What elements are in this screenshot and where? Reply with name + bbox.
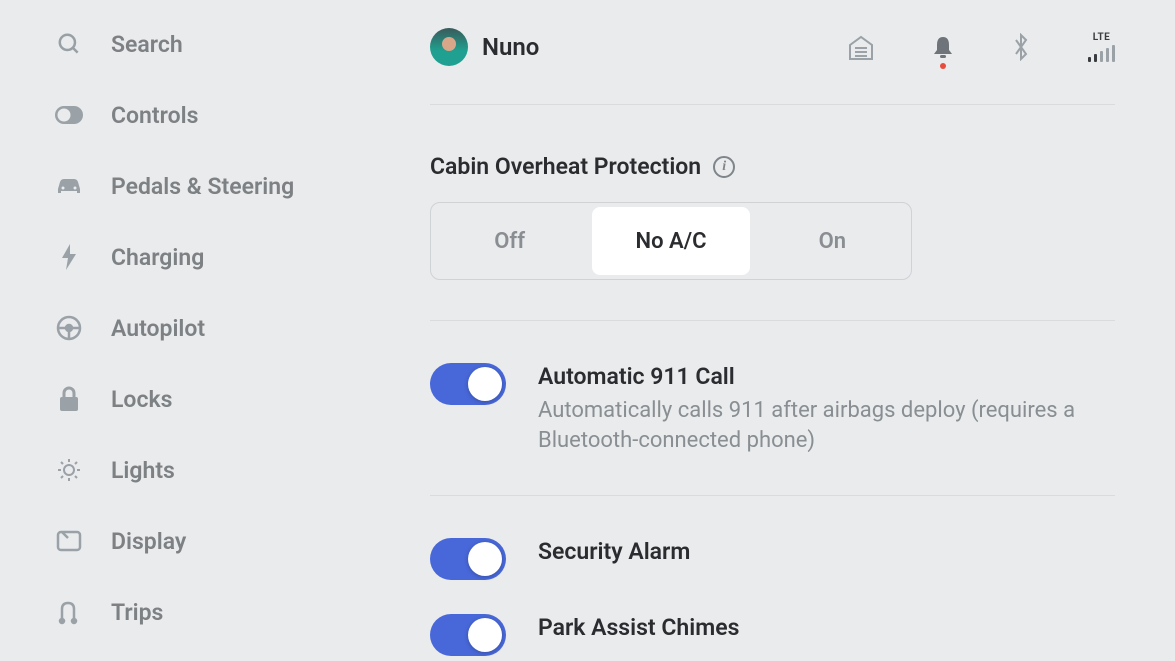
divider bbox=[430, 320, 1115, 321]
divider bbox=[430, 104, 1115, 105]
sidebar-item-label: Locks bbox=[111, 386, 172, 413]
divider bbox=[430, 495, 1115, 496]
topbar: Nuno LTE bbox=[430, 20, 1115, 74]
light-icon bbox=[55, 456, 83, 484]
signal-indicator[interactable]: LTE bbox=[1088, 32, 1115, 62]
lock-icon bbox=[55, 385, 83, 413]
bluetooth-icon[interactable] bbox=[1012, 33, 1030, 61]
auto-911-desc: Automatically calls 911 after airbags de… bbox=[538, 396, 1115, 455]
notification-dot bbox=[940, 63, 946, 69]
sidebar-item-label: Trips bbox=[111, 599, 163, 626]
auto-911-title: Automatic 911 Call bbox=[538, 363, 1115, 390]
sidebar-item-locks[interactable]: Locks bbox=[55, 385, 400, 413]
cabin-overheat-segmented: Off No A/C On bbox=[430, 202, 912, 280]
sidebar-item-label: Search bbox=[111, 31, 183, 58]
sidebar-item-trips[interactable]: Trips bbox=[55, 598, 400, 626]
profile-button[interactable]: Nuno bbox=[430, 28, 539, 66]
security-alarm-toggle[interactable] bbox=[430, 538, 506, 580]
park-assist-title: Park Assist Chimes bbox=[538, 614, 1115, 641]
sidebar-item-display[interactable]: Display bbox=[55, 527, 400, 555]
park-assist-toggle[interactable] bbox=[430, 614, 506, 656]
cabin-overheat-title: Cabin Overheat Protection bbox=[430, 153, 701, 180]
sidebar-item-label: Charging bbox=[111, 244, 204, 271]
info-icon[interactable]: i bbox=[713, 156, 735, 178]
sidebar-item-search[interactable]: Search bbox=[55, 30, 400, 58]
sidebar-item-label: Controls bbox=[111, 102, 198, 129]
sidebar-item-charging[interactable]: Charging bbox=[55, 243, 400, 271]
network-label: LTE bbox=[1093, 32, 1111, 43]
steering-wheel-icon bbox=[55, 314, 83, 342]
route-icon bbox=[55, 598, 83, 626]
signal-bars-icon bbox=[1088, 45, 1115, 62]
sidebar-item-label: Pedals & Steering bbox=[111, 173, 294, 200]
bolt-icon bbox=[55, 243, 83, 271]
username: Nuno bbox=[482, 33, 539, 61]
main-panel: Nuno LTE bbox=[400, 0, 1175, 661]
overheat-option-noac[interactable]: No A/C bbox=[592, 207, 749, 275]
toggle-icon bbox=[55, 101, 83, 129]
sidebar-item-pedals[interactable]: Pedals & Steering bbox=[55, 172, 400, 200]
sidebar-item-label: Display bbox=[111, 528, 186, 555]
sidebar-item-controls[interactable]: Controls bbox=[55, 101, 400, 129]
overheat-option-on[interactable]: On bbox=[754, 203, 911, 279]
sidebar-item-label: Autopilot bbox=[111, 315, 205, 342]
car-icon bbox=[55, 172, 83, 200]
search-icon bbox=[55, 30, 83, 58]
bell-icon[interactable] bbox=[932, 35, 954, 59]
sidebar-item-autopilot[interactable]: Autopilot bbox=[55, 314, 400, 342]
sidebar: Search Controls Pedals & Steering Chargi… bbox=[0, 0, 400, 661]
sidebar-item-lights[interactable]: Lights bbox=[55, 456, 400, 484]
avatar bbox=[430, 28, 468, 66]
security-alarm-title: Security Alarm bbox=[538, 538, 1115, 565]
auto-911-toggle[interactable] bbox=[430, 363, 506, 405]
garage-icon[interactable] bbox=[848, 34, 874, 60]
sidebar-item-label: Lights bbox=[111, 457, 175, 484]
overheat-option-off[interactable]: Off bbox=[431, 203, 588, 279]
display-icon bbox=[55, 527, 83, 555]
